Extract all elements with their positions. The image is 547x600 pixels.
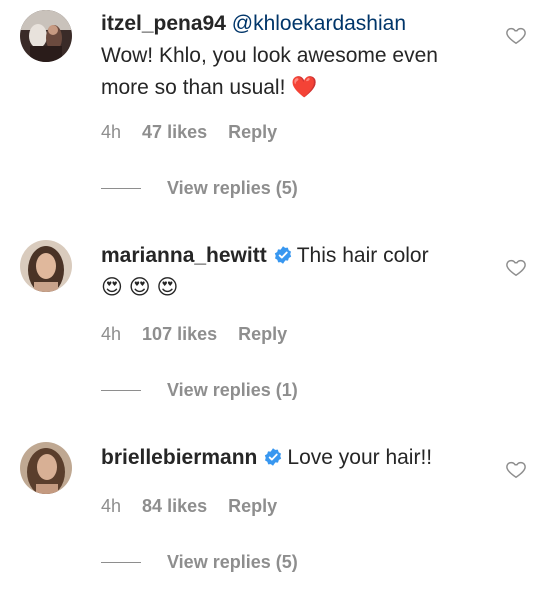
comment-meta: 4h 84 likes Reply [101,496,293,517]
view-replies-button[interactable]: View replies (1) [167,380,298,401]
like-heart-icon[interactable] [505,458,527,480]
comment-meta: 4h 47 likes Reply [101,122,293,143]
avatar-image [20,240,72,292]
verified-badge-icon [274,246,291,264]
comment-item: marianna_hewitt This hair color 😍 😍 😍 4h … [0,240,547,410]
mention-link[interactable]: @khloekardashian [232,12,406,35]
avatar[interactable] [20,240,72,292]
reply-button[interactable]: Reply [228,496,277,516]
likes-count[interactable]: 107 likes [142,324,217,344]
comment-item: briellebiermann Love your hair!! 4h 84 li… [0,442,547,600]
username[interactable]: itzel_pena94 [101,12,226,35]
replies-divider [101,562,141,563]
reply-button[interactable]: Reply [238,324,287,344]
view-replies[interactable]: View replies (5) [101,178,298,199]
comment-item: itzel_pena94 @khloekardashian Wow! Khlo,… [0,8,547,208]
likes-count[interactable]: 84 likes [142,496,207,516]
like-heart-icon[interactable] [505,24,527,46]
emoji-row: 😍 😍 😍 [101,276,179,299]
verified-badge-icon [265,448,282,466]
view-replies-button[interactable]: View replies (5) [167,552,298,573]
timestamp: 4h [101,496,122,516]
view-replies-button[interactable]: View replies (5) [167,178,298,199]
likes-count[interactable]: 47 likes [142,122,207,142]
username[interactable]: briellebiermann [101,446,257,469]
replies-divider [101,390,141,391]
replies-divider [101,188,141,189]
comment-body: Wow! Khlo, you look awesome even more so… [101,44,438,99]
avatar[interactable] [20,442,72,494]
avatar-image [20,10,72,62]
reply-button[interactable]: Reply [228,122,277,142]
avatar[interactable] [20,10,72,62]
comment-text: briellebiermann Love your hair!! [101,442,489,474]
comment-body: This hair color [296,244,429,267]
comment-meta: 4h 107 likes Reply [101,324,303,345]
timestamp: 4h [101,122,122,142]
comment-text: marianna_hewitt This hair color 😍 😍 😍 [101,240,489,304]
view-replies[interactable]: View replies (1) [101,380,298,401]
username[interactable]: marianna_hewitt [101,244,267,267]
avatar-image [20,442,72,494]
comment-body: Love your hair!! [287,446,433,469]
like-heart-icon[interactable] [505,256,527,278]
timestamp: 4h [101,324,122,344]
comment-text: itzel_pena94 @khloekardashian Wow! Khlo,… [101,8,489,104]
view-replies[interactable]: View replies (5) [101,552,298,573]
